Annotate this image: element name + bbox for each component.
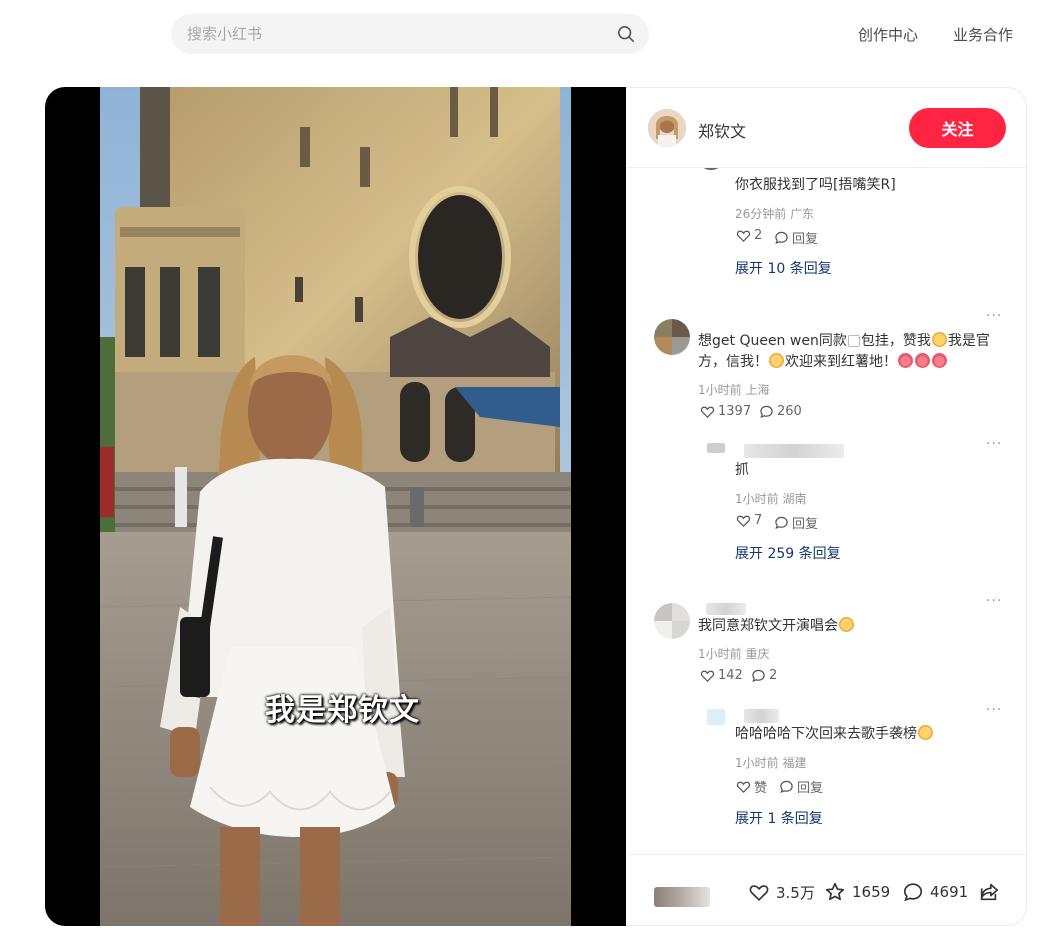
- comment-meta: 26分钟前 广东: [735, 207, 815, 221]
- heart-icon: [700, 670, 715, 682]
- like-count: 142: [718, 668, 743, 683]
- heart-icon: [736, 515, 751, 527]
- emoji-icon: [931, 332, 947, 347]
- reply-label: 回复: [797, 781, 824, 796]
- emoji-icon: [839, 617, 854, 632]
- comment-icon: [775, 516, 788, 529]
- reply-label: 回复: [792, 232, 819, 247]
- video-frame: [100, 87, 571, 926]
- reply-button[interactable]: 2: [751, 668, 777, 683]
- commenter-avatar[interactable]: [654, 319, 690, 355]
- like-note-button[interactable]: 3.5万: [748, 881, 815, 903]
- engagement-bar: 3.5万 1659 4691: [626, 854, 1026, 925]
- like-button[interactable]: 1397: [700, 404, 751, 419]
- expand-replies[interactable]: 展开 1 条回复: [735, 808, 823, 828]
- search-icon[interactable]: [617, 25, 635, 43]
- reply-label: 回复: [792, 517, 819, 532]
- heart-icon: [749, 885, 769, 901]
- comment-meta: 1小时前 重庆: [698, 647, 770, 661]
- reply-count: 260: [777, 404, 802, 419]
- replier-avatar[interactable]: [707, 443, 725, 453]
- reply-button[interactable]: 回复: [774, 513, 818, 532]
- comment-count: 4691: [930, 883, 969, 901]
- author-name[interactable]: 郑钦文: [698, 118, 746, 142]
- comment-icon: [752, 669, 765, 682]
- collect-count: 1659: [852, 883, 891, 901]
- emoji-icon: [898, 353, 913, 368]
- reply-meta: 1小时前 湖南: [735, 492, 807, 506]
- note-detail-panel: 郑钦文 关注 你衣服找到了吗[捂嘴笑R] 26分钟前 广东 2 回复 展开 10…: [626, 87, 1027, 926]
- comment-icon: [775, 231, 788, 244]
- author-bar: 郑钦文 关注: [626, 88, 1026, 168]
- video-scene: [100, 87, 571, 926]
- emoji-icon: [918, 725, 933, 740]
- blurred-username: [744, 709, 779, 723]
- expand-replies[interactable]: 展开 10 条回复: [735, 258, 832, 278]
- like-count: 2: [754, 228, 763, 243]
- comment-text: 你衣服找到了吗[捂嘴笑R]: [735, 177, 896, 193]
- business-link[interactable]: 业务合作: [953, 24, 1013, 45]
- reply-count: 2: [769, 668, 778, 683]
- like-count: 3.5万: [776, 883, 815, 902]
- replier-avatar[interactable]: [707, 709, 725, 725]
- like-count: 1397: [718, 404, 752, 419]
- tag-icon: [847, 335, 860, 347]
- more-options[interactable]: ···: [986, 308, 1002, 324]
- video-player[interactable]: 我是郑钦文: [45, 87, 628, 926]
- search-box[interactable]: [171, 14, 649, 54]
- comment-text: 想get Queen wen同款 包挂，赞我 我是官 方，信我！ 欢迎来到红薯地！: [698, 332, 990, 370]
- emoji-icon: [769, 353, 784, 368]
- like-count: 7: [754, 513, 763, 528]
- comment-text: 我同意郑钦文开演唱会: [698, 616, 855, 637]
- reply-button[interactable]: 回复: [779, 777, 823, 796]
- creator-center-link[interactable]: 创作中心: [858, 24, 918, 45]
- more-options[interactable]: ···: [986, 702, 1002, 718]
- comment-input[interactable]: [654, 887, 710, 907]
- like-button[interactable]: 赞: [736, 777, 767, 796]
- blurred-username: [744, 444, 844, 458]
- reply-button[interactable]: 回复: [774, 228, 818, 247]
- commenter-avatar[interactable]: [654, 603, 690, 639]
- reply-button[interactable]: 260: [759, 404, 802, 419]
- more-options[interactable]: ···: [986, 593, 1002, 609]
- more-options[interactable]: ···: [986, 436, 1002, 452]
- follow-button[interactable]: 关注: [909, 108, 1006, 148]
- emoji-icon: [932, 353, 947, 368]
- reply-text: 抓: [735, 462, 749, 478]
- share-button[interactable]: [978, 881, 1000, 903]
- blurred-username: [706, 603, 746, 615]
- video-caption: 我是郑钦文: [265, 693, 420, 728]
- comment-meta: 1小时前 上海: [698, 383, 770, 397]
- comment-button[interactable]: 4691: [902, 881, 968, 903]
- author-avatar[interactable]: [648, 109, 686, 147]
- like-button[interactable]: 2: [736, 228, 762, 243]
- emoji-icon: [915, 353, 930, 368]
- comment-icon: [760, 405, 773, 418]
- like-label: 赞: [754, 781, 768, 796]
- comment-icon: [780, 780, 793, 793]
- like-button[interactable]: 7: [736, 513, 762, 528]
- share-icon: [980, 883, 999, 901]
- heart-icon: [736, 230, 751, 242]
- search-input[interactable]: [187, 14, 607, 54]
- comment-icon: [903, 883, 923, 902]
- reply-text: 哈哈哈哈下次回来去歌手袭榜: [735, 724, 934, 745]
- reply-meta: 1小时前 福建: [735, 756, 807, 770]
- heart-icon: [700, 406, 715, 418]
- expand-replies[interactable]: 展开 259 条回复: [735, 543, 841, 563]
- collect-button[interactable]: 1659: [824, 881, 890, 903]
- like-button[interactable]: 142: [700, 668, 743, 683]
- star-icon: [825, 882, 845, 901]
- heart-icon: [736, 781, 751, 793]
